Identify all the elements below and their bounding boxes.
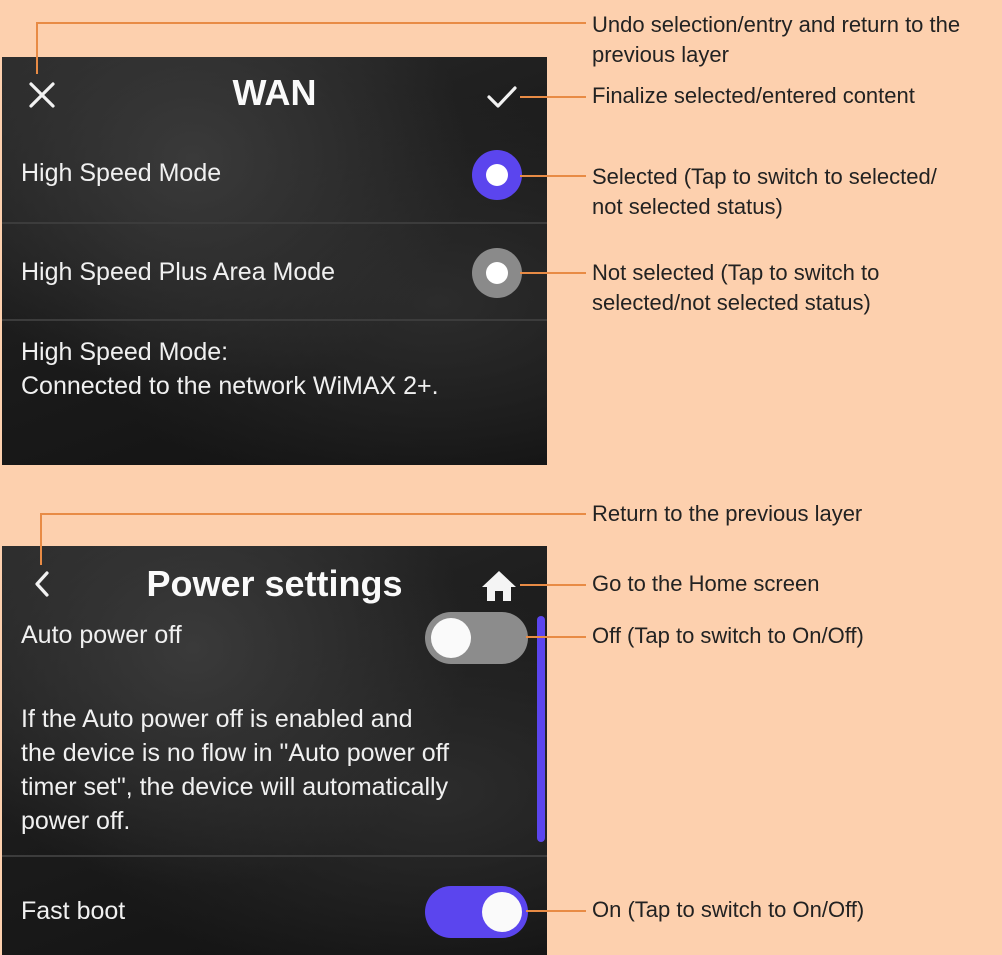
callout-line	[40, 513, 42, 565]
callout-not-selected: Not selected (Tap to switch to selected/…	[592, 258, 997, 318]
auto-power-off-description: If the Auto power off is enabled and the…	[21, 702, 525, 838]
callout-line	[520, 272, 586, 274]
callout-line-text: Not selected (Tap to switch to	[592, 260, 880, 285]
callout-line-text: Undo selection/entry and return to the	[592, 12, 961, 37]
divider	[2, 319, 547, 321]
wan-title: WAN	[232, 72, 317, 113]
power-settings-screen: Power settings Auto power off If the Aut…	[2, 546, 547, 955]
radio-selected[interactable]	[472, 150, 522, 200]
divider	[2, 222, 547, 224]
callout-off: Off (Tap to switch to On/Off)	[592, 623, 864, 648]
callout-line	[526, 636, 586, 638]
wan-screen: WAN High Speed Mode High Speed Plus Area…	[2, 57, 547, 465]
toggle-knob	[482, 892, 522, 932]
description-line: the device is no flow in "Auto power off	[21, 739, 450, 767]
description-line: If the Auto power off is enabled and	[21, 705, 413, 733]
callout-line-text: Selected (Tap to switch to selected/	[592, 164, 937, 189]
callout-return: Return to the previous layer	[592, 501, 863, 526]
auto-power-off-label: Auto power off	[21, 621, 182, 649]
callout-line	[36, 22, 38, 74]
auto-power-off-toggle[interactable]	[425, 612, 528, 664]
check-icon[interactable]	[482, 77, 522, 117]
description-line: timer set", the device will automaticall…	[21, 773, 449, 801]
fast-boot-toggle[interactable]	[425, 886, 528, 938]
callout-line-text: selected/not selected status)	[592, 290, 871, 315]
callout-line-text: not selected status)	[592, 194, 783, 219]
callout-line	[36, 22, 586, 24]
radio-dot	[486, 164, 508, 186]
callout-finalize: Finalize selected/entered content	[592, 83, 915, 108]
radio-unselected[interactable]	[472, 248, 522, 298]
power-settings-title: Power settings	[146, 563, 403, 604]
callout-selected: Selected (Tap to switch to selected/ not…	[592, 162, 997, 222]
description-line: High Speed Mode:	[21, 338, 229, 366]
description-line: Connected to the network WiMAX 2+.	[21, 372, 439, 400]
callout-home: Go to the Home screen	[592, 571, 820, 596]
description-line: power off.	[21, 807, 131, 835]
scrollbar[interactable]	[537, 616, 545, 842]
wan-description: High Speed Mode: Connected to the networ…	[21, 335, 533, 403]
home-icon[interactable]	[479, 566, 519, 606]
toggle-knob	[431, 618, 471, 658]
option-label: High Speed Plus Area Mode	[21, 258, 336, 286]
option-label: High Speed Mode	[21, 159, 222, 187]
callout-on: On (Tap to switch to On/Off)	[592, 897, 865, 922]
callout-line	[520, 96, 586, 98]
fast-boot-label: Fast boot	[21, 897, 126, 925]
callout-undo: Undo selection/entry and return to the p…	[592, 10, 997, 70]
callout-line	[526, 910, 586, 912]
callout-line	[520, 175, 586, 177]
callout-line-text: previous layer	[592, 42, 729, 67]
callout-line	[520, 584, 586, 586]
radio-dot	[486, 262, 508, 284]
divider	[2, 855, 547, 857]
callout-line	[40, 513, 586, 515]
